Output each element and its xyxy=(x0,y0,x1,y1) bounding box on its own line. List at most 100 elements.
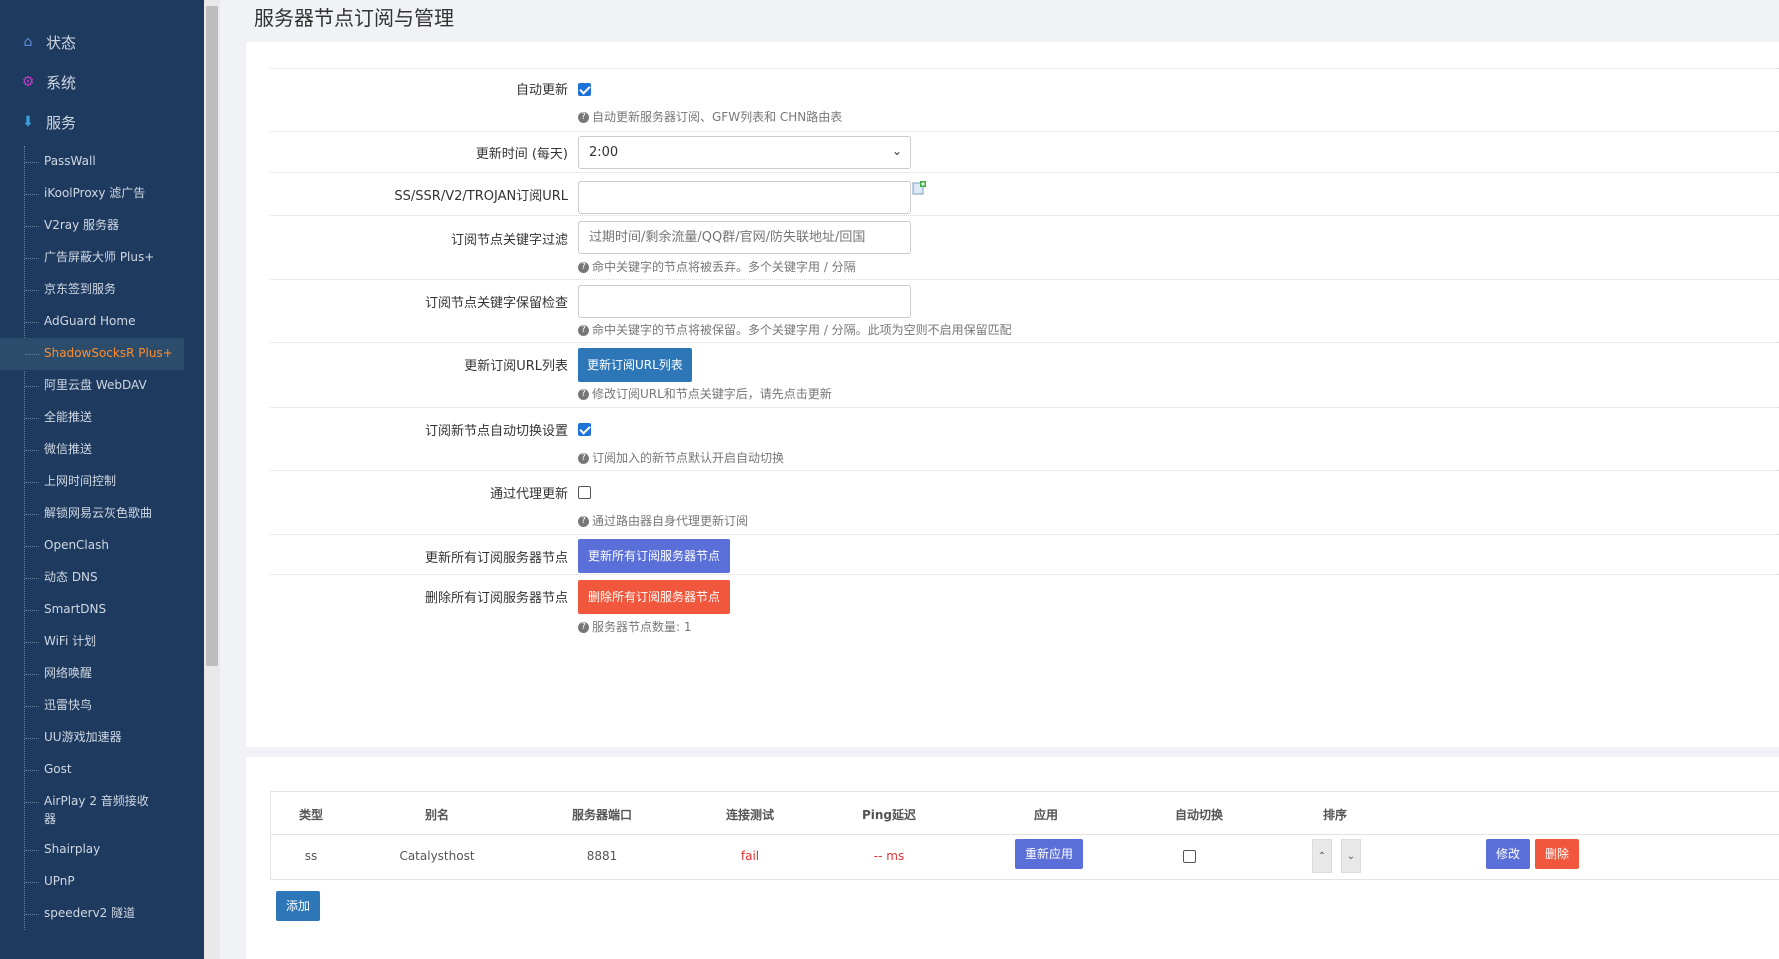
sidebar-item-openclash[interactable]: OpenClash xyxy=(0,530,204,562)
sidebar-item-gost[interactable]: Gost xyxy=(0,754,204,786)
table-row: ss Catalysthost 8881 fail -- ms 重新应用 ⌃ ⌄… xyxy=(271,835,1779,879)
update-all-row: 更新所有订阅服务器节点 更新所有订阅服务器节点 xyxy=(270,534,1779,574)
sidebar-item-ddns[interactable]: 动态 DNS xyxy=(0,562,204,594)
gear-icon: ⚙ xyxy=(21,74,35,90)
filter-words-row: 订阅节点关键字过滤 ?命中关键字的节点将被丢弃。多个关键字用 / 分隔 xyxy=(270,215,1779,279)
services-icon: ⬇ xyxy=(22,114,34,130)
table-header: 类型 别名 服务器端口 连接测试 Ping延迟 应用 自动切换 排序 xyxy=(271,792,1779,835)
sidebar-item-airplay2[interactable]: AirPlay 2 音频接收器 xyxy=(0,786,164,834)
update-url-list-row: 更新订阅URL列表 更新订阅URL列表 ? 修改订阅URL和节点关键字后，请先点击… xyxy=(270,342,1779,407)
help-icon: ? xyxy=(578,112,589,123)
filter-words-input[interactable] xyxy=(578,221,911,254)
sub-url-label: SS/SSR/V2/TROJAN订阅URL xyxy=(394,189,568,204)
update-url-list-button[interactable]: 更新订阅URL列表 xyxy=(578,348,692,382)
home-icon: ⌂ xyxy=(23,34,33,50)
delete-all-row: 删除所有订阅服务器节点 删除所有订阅服务器节点 ? 服务器节点数量: 1 xyxy=(270,574,1779,645)
help-icon: ? xyxy=(578,389,589,400)
sidebar-item-upnp[interactable]: UPnP xyxy=(0,866,204,898)
sidebar-item-passwall[interactable]: PassWall xyxy=(0,146,204,178)
cell-ping: -- ms xyxy=(873,849,905,863)
auto-switch-row: 订阅新节点自动切换设置 ? 订阅加入的新节点默认开启自动切换 xyxy=(270,407,1779,470)
sidebar-item-system[interactable]: ⚙ 系统 xyxy=(0,62,204,102)
col-auto-switch: 自动切换 xyxy=(1174,808,1223,822)
delete-all-label: 删除所有订阅服务器节点 xyxy=(424,591,568,606)
hint-text: 修改订阅URL和节点关键字后，请先点击更新 xyxy=(592,387,832,401)
keep-words-label: 订阅节点关键字保留检查 xyxy=(424,296,568,311)
sidebar-item-adguard[interactable]: AdGuard Home xyxy=(0,306,204,338)
filter-words-hint: ? 命中关键字的节点将被丢弃。多个关键字用 / 分隔 xyxy=(578,258,856,275)
sidebar-item-adbyby[interactable]: 广告屏蔽大师 Plus+ xyxy=(0,242,204,274)
auto-update-label: 自动更新 xyxy=(515,83,568,98)
sidebar-item-aliyundrive[interactable]: 阿里云盘 WebDAV xyxy=(0,370,204,402)
sidebar-item-smartdns[interactable]: SmartDNS xyxy=(0,594,204,626)
reapply-button[interactable]: 重新应用 xyxy=(1015,839,1084,869)
move-up-button[interactable]: ⌃ xyxy=(1312,839,1332,873)
sidebar-item-speederv2[interactable]: speederv2 隧道 xyxy=(0,898,204,930)
sidebar-item-uugamebooster[interactable]: UU游戏加速器 xyxy=(0,722,204,754)
hint-text: 订阅加入的新节点默认开启自动切换 xyxy=(592,451,785,465)
update-time-label: 更新时间 (每天) xyxy=(475,147,568,162)
sidebar-item-ssr-plus[interactable]: ShadowSocksR Plus+ xyxy=(0,338,184,370)
update-url-list-label: 更新订阅URL列表 xyxy=(464,359,568,374)
cell-type: ss xyxy=(304,849,318,863)
cell-alias: Catalysthost xyxy=(399,849,475,863)
col-alias: 别名 xyxy=(424,808,449,822)
col-apply: 应用 xyxy=(1033,808,1058,822)
scrollbar[interactable] xyxy=(204,0,220,959)
hint-text: 通过路由器自身代理更新订阅 xyxy=(592,514,749,528)
sidebar-item-label: 状态 xyxy=(46,33,77,52)
hint-text: 自动更新服务器订阅、GFW列表和 CHN路由表 xyxy=(592,110,843,124)
col-sort: 排序 xyxy=(1322,808,1347,822)
add-node-button[interactable]: 添加 xyxy=(276,891,321,921)
edit-button[interactable]: 修改 xyxy=(1486,839,1531,869)
update-time-row: 更新时间 (每天) 2:00 ⌄ xyxy=(270,131,1779,172)
scrollbar-thumb[interactable] xyxy=(206,6,218,666)
nodes-table: 类型 别名 服务器端口 连接测试 Ping延迟 应用 自动切换 排序 ss Ca… xyxy=(270,791,1779,880)
sidebar-item-jd[interactable]: 京东签到服务 xyxy=(0,274,204,306)
delete-all-button[interactable]: 删除所有订阅服务器节点 xyxy=(578,580,731,614)
via-proxy-row: 通过代理更新 ? 通过路由器自身代理更新订阅 xyxy=(270,470,1779,534)
settings-panel: 自动更新 ? 自动更新服务器订阅、GFW列表和 CHN路由表 更新时间 (每天) … xyxy=(246,42,1779,747)
sidebar-item-serverchan[interactable]: 微信推送 xyxy=(0,434,204,466)
move-down-button[interactable]: ⌄ xyxy=(1341,839,1361,873)
auto-switch-label: 订阅新节点自动切换设置 xyxy=(424,424,568,439)
hint-text: 命中关键字的节点将被丢弃。多个关键字用 / 分隔 xyxy=(592,260,856,274)
help-icon: ? xyxy=(578,262,589,273)
sidebar-item-shairplay[interactable]: Shairplay xyxy=(0,834,204,866)
sub-url-input[interactable] xyxy=(578,181,911,214)
sub-url-row: SS/SSR/V2/TROJAN订阅URL xyxy=(270,172,1779,215)
auto-update-checkbox[interactable] xyxy=(578,83,591,96)
hint-text: 服务器节点数量: 1 xyxy=(592,620,692,634)
update-time-select[interactable]: 2:00 ⌄ xyxy=(578,136,911,169)
sidebar-item-unblockmusic[interactable]: 解锁网易云灰色歌曲 xyxy=(0,498,204,530)
sidebar-item-status[interactable]: ⌂ 状态 xyxy=(0,22,204,62)
filter-words-label: 订阅节点关键字过滤 xyxy=(450,233,568,248)
via-proxy-hint: ? 通过路由器自身代理更新订阅 xyxy=(578,512,748,529)
sidebar-item-pushbot[interactable]: 全能推送 xyxy=(0,402,204,434)
via-proxy-checkbox[interactable] xyxy=(578,486,591,499)
auto-switch-checkbox[interactable] xyxy=(578,423,591,436)
keep-words-input[interactable] xyxy=(578,285,911,318)
help-icon: ? xyxy=(578,325,589,336)
auto-switch-row-checkbox[interactable] xyxy=(1183,850,1196,863)
node-count-hint: ? 服务器节点数量: 1 xyxy=(578,618,692,635)
sidebar-item-xlnetacc[interactable]: 迅雷快鸟 xyxy=(0,690,204,722)
sidebar-item-timecontrol[interactable]: 上网时间控制 xyxy=(0,466,204,498)
auto-switch-hint: ? 订阅加入的新节点默认开启自动切换 xyxy=(578,449,784,466)
update-all-button[interactable]: 更新所有订阅服务器节点 xyxy=(578,539,731,573)
sidebar-submenu: PassWall iKoolProxy 滤广告 V2ray 服务器 广告屏蔽大师… xyxy=(0,146,204,930)
delete-button[interactable]: 删除 xyxy=(1535,839,1580,869)
main-content: 服务器节点订阅与管理 自动更新 ? 自动更新服务器订阅、GFW列表和 CHN路由表… xyxy=(220,0,1779,959)
sidebar-item-services[interactable]: ⬇ 服务 xyxy=(0,102,204,142)
sidebar-item-wol[interactable]: 网络唤醒 xyxy=(0,658,204,690)
col-port: 服务器端口 xyxy=(571,808,632,822)
chevron-down-icon: ⌄ xyxy=(891,144,902,158)
sidebar-item-label: 服务 xyxy=(46,113,77,132)
sidebar-item-label: 系统 xyxy=(46,73,77,92)
sidebar-item-ikoolproxy[interactable]: iKoolProxy 滤广告 xyxy=(0,178,204,210)
select-value: 2:00 xyxy=(589,145,619,160)
add-url-icon[interactable] xyxy=(912,181,926,195)
sidebar-item-wifischedule[interactable]: WiFi 计划 xyxy=(0,626,204,658)
nodes-panel: 类型 别名 服务器端口 连接测试 Ping延迟 应用 自动切换 排序 ss Ca… xyxy=(246,757,1779,959)
sidebar-item-v2ray[interactable]: V2ray 服务器 xyxy=(0,210,204,242)
